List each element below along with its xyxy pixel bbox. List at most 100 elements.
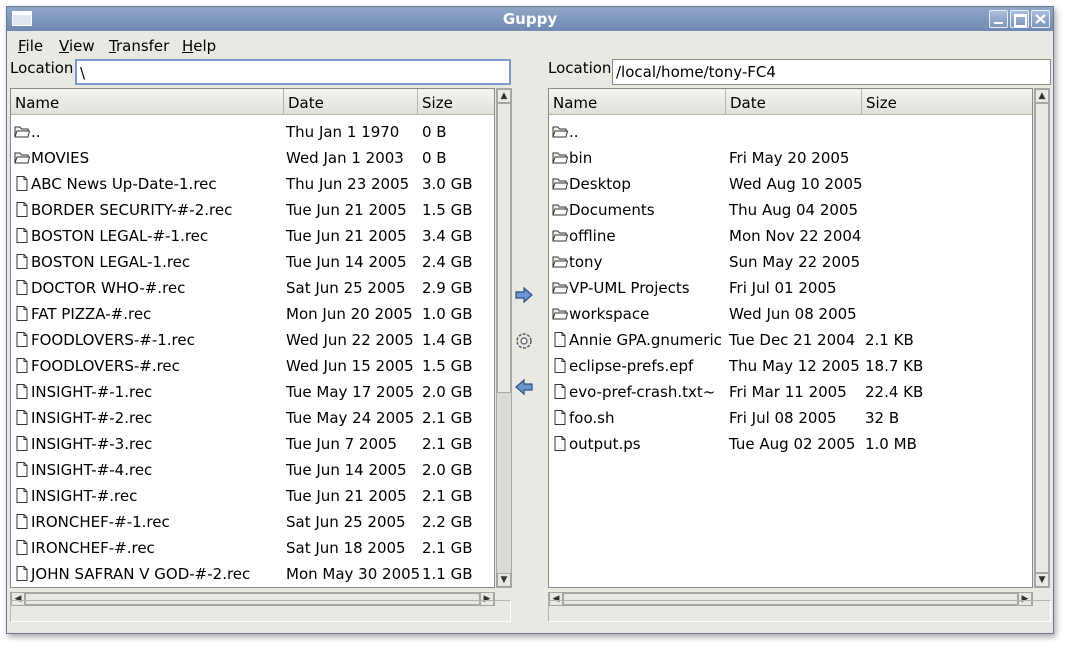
left-vscroll-thumb[interactable]: [497, 103, 511, 393]
file-name: FOODLOVERS-#-1.rec: [31, 331, 195, 349]
file-icon: [552, 384, 568, 399]
file-row[interactable]: workspace Wed Jun 08 2005: [549, 301, 1032, 327]
file-row[interactable]: bin Fri May 20 2005: [549, 145, 1032, 171]
file-name: INSIGHT-#-3.rec: [31, 435, 153, 453]
left-column-size[interactable]: Size: [418, 89, 494, 115]
menu-view[interactable]: View: [59, 37, 95, 55]
file-row[interactable]: evo-pref-crash.txt~ Fri Mar 11 2005 22.4 K…: [549, 379, 1032, 405]
minimize-button[interactable]: [989, 10, 1008, 28]
file-date: Sat Jun 25 2005: [286, 513, 406, 531]
file-row[interactable]: MOVIES Wed Jan 1 2003 0 B: [11, 145, 494, 171]
file-icon: [14, 332, 30, 347]
file-row[interactable]: IRONCHEF-#.rec Sat Jun 18 2005 2.1 GB: [11, 535, 494, 561]
file-date: Tue Dec 21 2004: [729, 331, 856, 349]
file-row[interactable]: JOHN SAFRAN V GOD-#-2.rec Mon May 30 2005…: [11, 561, 494, 587]
file-row[interactable]: tony Sun May 22 2005: [549, 249, 1032, 275]
scroll-up-icon[interactable]: ▲: [1035, 89, 1049, 103]
right-column-date[interactable]: Date: [726, 89, 862, 115]
menu-file[interactable]: File: [18, 37, 43, 55]
file-row[interactable]: output.ps Tue Aug 02 2005 1.0 MB: [549, 431, 1032, 457]
file-row[interactable]: ABC News Up-Date-1.rec Thu Jun 23 2005 3.0…: [11, 171, 494, 197]
file-row[interactable]: FOODLOVERS-#.rec Wed Jun 15 2005 1.5 GB: [11, 353, 494, 379]
file-row[interactable]: offline Mon Nov 22 2004: [549, 223, 1032, 249]
left-status-bar: [10, 600, 511, 622]
file-row[interactable]: INSIGHT-#-4.rec Tue Jun 14 2005 2.0 GB: [11, 457, 494, 483]
maximize-button[interactable]: [1010, 10, 1029, 28]
file-row[interactable]: FAT PIZZA-#.rec Mon Jun 20 2005 1.0 GB: [11, 301, 494, 327]
file-name: BOSTON LEGAL-#-1.rec: [31, 227, 209, 245]
file-row[interactable]: INSIGHT-#-1.rec Tue May 17 2005 2.0 GB: [11, 379, 494, 405]
file-row[interactable]: DOCTOR WHO-#.rec Sat Jun 25 2005 2.9 GB: [11, 275, 494, 301]
folder-icon: [552, 306, 569, 321]
file-row[interactable]: Annie GPA.gnumeric Tue Dec 21 2004 2.1 KB: [549, 327, 1032, 353]
close-button[interactable]: [1031, 10, 1050, 28]
right-file-list[interactable]: Name Date Size .. bin Fri May 20 2005 Deskt…: [548, 88, 1033, 588]
file-date: Fri Mar 11 2005: [729, 383, 847, 401]
file-name: workspace: [569, 305, 650, 323]
file-date: Tue Jun 14 2005: [286, 461, 407, 479]
refresh-button[interactable]: [514, 331, 534, 351]
menu-bar: File View Transfer Help: [7, 32, 1053, 58]
file-size: 1.4 GB: [422, 331, 473, 349]
file-icon: [14, 176, 30, 191]
left-column-name[interactable]: Name: [11, 89, 284, 115]
file-date: Thu Aug 04 2005: [729, 201, 859, 219]
file-name: bin: [569, 149, 593, 167]
right-column-size[interactable]: Size: [862, 89, 1032, 115]
file-size: 2.4 GB: [422, 253, 473, 271]
file-row[interactable]: IRONCHEF-#-1.rec Sat Jun 25 2005 2.2 GB: [11, 509, 494, 535]
scroll-down-icon[interactable]: ▼: [497, 573, 511, 587]
file-row[interactable]: BOSTON LEGAL-#-1.rec Tue Jun 21 2005 3.4 G…: [11, 223, 494, 249]
left-vertical-scrollbar[interactable]: ▲ ▼: [496, 88, 512, 588]
file-name: INSIGHT-#-2.rec: [31, 409, 153, 427]
right-column-name[interactable]: Name: [549, 89, 726, 115]
scroll-up-icon[interactable]: ▲: [497, 89, 511, 103]
file-icon: [14, 306, 30, 321]
file-icon: [14, 436, 30, 451]
upload-button[interactable]: [514, 285, 534, 305]
arrow-right-icon: [515, 286, 533, 304]
file-date: Tue May 24 2005: [286, 409, 415, 427]
file-row[interactable]: eclipse-prefs.epf Thu May 12 2005 18.7 KB: [549, 353, 1032, 379]
file-row[interactable]: BORDER SECURITY-#-2.rec Tue Jun 21 2005 1.…: [11, 197, 494, 223]
file-row[interactable]: BOSTON LEGAL-1.rec Tue Jun 14 2005 2.4 GB: [11, 249, 494, 275]
left-column-date[interactable]: Date: [284, 89, 418, 115]
file-name: ABC News Up-Date-1.rec: [31, 175, 217, 193]
file-row[interactable]: FOODLOVERS-#-1.rec Wed Jun 22 2005 1.4 GB: [11, 327, 494, 353]
right-vscroll-thumb[interactable]: [1035, 103, 1049, 573]
file-row[interactable]: foo.sh Fri Jul 08 2005 32 B: [549, 405, 1032, 431]
download-button[interactable]: [514, 377, 534, 397]
file-name: INSIGHT-#.rec: [31, 487, 138, 505]
file-row[interactable]: VP-UML Projects Fri Jul 01 2005: [549, 275, 1032, 301]
file-name: IRONCHEF-#-1.rec: [31, 513, 170, 531]
file-row[interactable]: .. Thu Jan 1 1970 0 B: [11, 119, 494, 145]
file-name: INSIGHT-#-1.rec: [31, 383, 153, 401]
file-name: VP-UML Projects: [569, 279, 690, 297]
left-location-input[interactable]: \: [75, 59, 511, 85]
left-file-list[interactable]: Name Date Size .. Thu Jan 1 1970 0 B MOVIES…: [10, 88, 495, 588]
file-icon: [14, 514, 30, 529]
menu-help[interactable]: Help: [182, 37, 216, 55]
folder-icon: [552, 280, 569, 295]
file-date: Tue Jun 7 2005: [286, 435, 398, 453]
file-row[interactable]: INSIGHT-#-3.rec Tue Jun 7 2005 2.1 GB: [11, 431, 494, 457]
right-location-input[interactable]: /local/home/tony-FC4: [612, 59, 1051, 85]
file-row[interactable]: ..: [549, 119, 1032, 145]
file-date: Mon Nov 22 2004: [729, 227, 862, 245]
right-vertical-scrollbar[interactable]: ▲ ▼: [1034, 88, 1050, 588]
file-date: Tue May 17 2005: [286, 383, 415, 401]
file-row[interactable]: INSIGHT-#.rec Tue Jun 21 2005 2.1 GB: [11, 483, 494, 509]
file-row[interactable]: INSIGHT-#-2.rec Tue May 24 2005 2.1 GB: [11, 405, 494, 431]
menu-transfer[interactable]: Transfer: [109, 37, 169, 55]
file-row[interactable]: Desktop Wed Aug 10 2005: [549, 171, 1032, 197]
title-bar[interactable]: Guppy: [7, 7, 1053, 31]
file-date: Sun May 22 2005: [729, 253, 861, 271]
file-date: Thu Jun 23 2005: [286, 175, 410, 193]
scroll-down-icon[interactable]: ▼: [1035, 573, 1049, 587]
file-row[interactable]: Documents Thu Aug 04 2005: [549, 197, 1032, 223]
file-icon: [14, 202, 30, 217]
file-name: INSIGHT-#-4.rec: [31, 461, 153, 479]
file-icon: [14, 462, 30, 477]
file-icon: [552, 436, 568, 451]
file-date: Mon May 30 2005: [286, 565, 421, 583]
